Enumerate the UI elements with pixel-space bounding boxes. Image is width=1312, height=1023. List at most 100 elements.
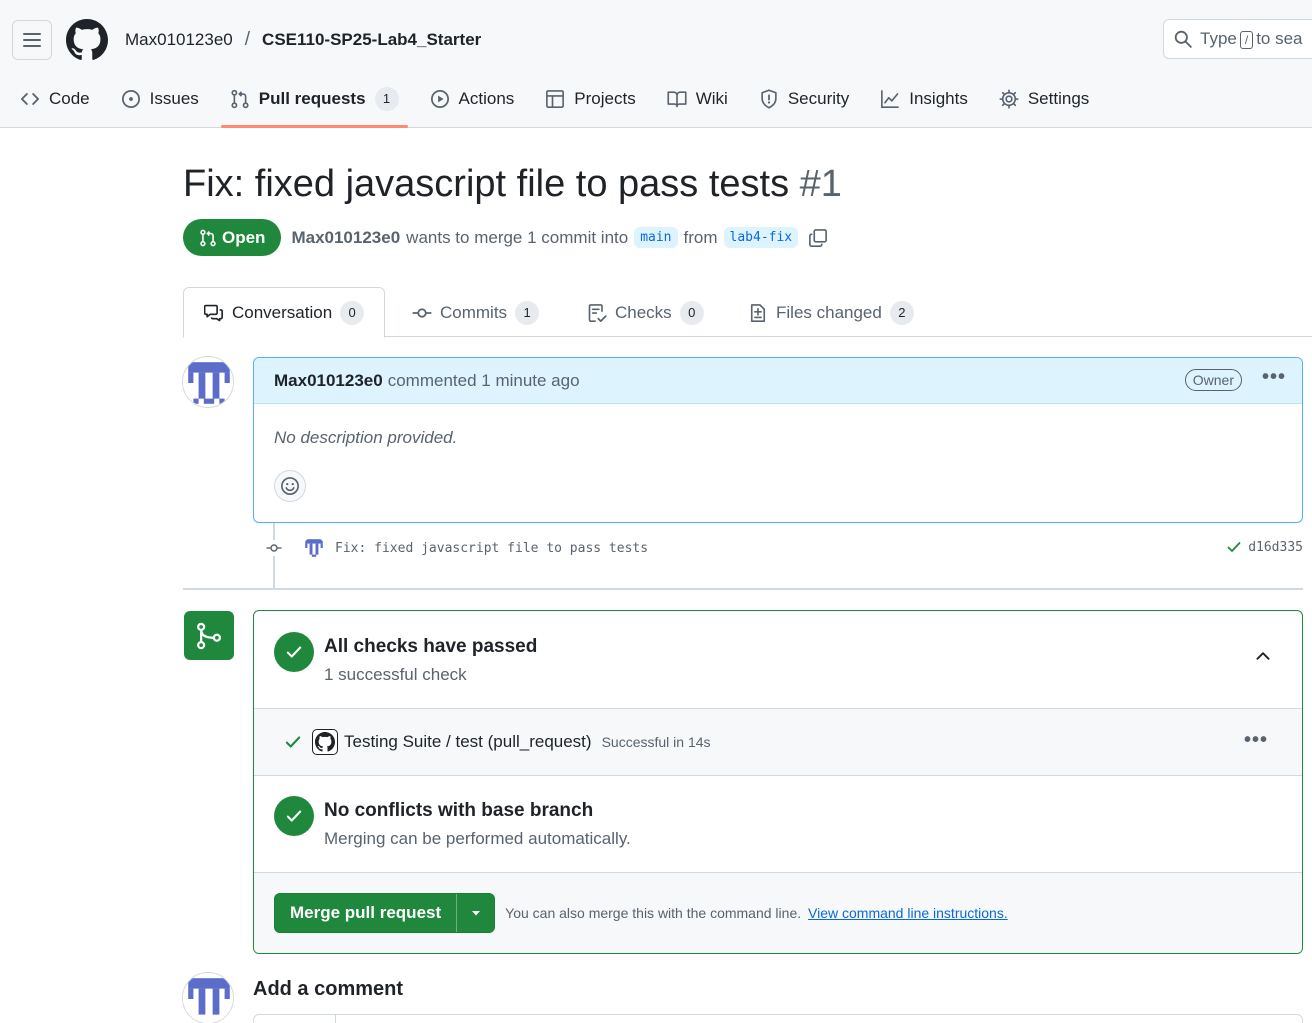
tab-conversation[interactable]: Conversation 0	[183, 287, 386, 338]
no-conflicts-badge	[274, 796, 314, 836]
tab-pull-requests[interactable]: Pull requests 1	[215, 76, 414, 128]
smiley-icon	[281, 477, 299, 495]
merge-button-group: Merge pull request	[274, 893, 496, 933]
file-diff-icon	[750, 303, 766, 322]
head-branch[interactable]: lab4-fix	[723, 227, 799, 248]
merge-pull-request-button[interactable]: Merge pull request	[275, 894, 456, 932]
tab-projects[interactable]: Projects	[530, 76, 650, 122]
merge-note: You can also merge this with the command…	[505, 905, 1008, 921]
tab-code[interactable]: Code	[0, 76, 105, 122]
search-shortcut-key: /	[1239, 31, 1254, 49]
checklist-icon	[588, 303, 607, 322]
tab-commits[interactable]: Commits 1	[412, 287, 540, 338]
pr-description-comment: Max010123e0 commented 1 minute ago Owner…	[253, 357, 1303, 523]
owner-link[interactable]: Max010123e0	[125, 30, 233, 50]
add-reaction-button[interactable]	[274, 470, 306, 502]
checks-summary: All checks have passed 1 successful chec…	[254, 611, 1302, 709]
comment-author-link[interactable]: Max010123e0	[274, 371, 383, 391]
check-run-row[interactable]: Testing Suite / test (pull_request) Succ…	[254, 709, 1302, 776]
hamburger-icon	[23, 33, 41, 47]
pull-request-icon	[231, 89, 249, 109]
merge-text: wants to merge 1 commit into	[406, 227, 629, 247]
chevron-up-icon[interactable]	[1254, 647, 1272, 665]
files-changed-count: 2	[889, 300, 914, 325]
avatar[interactable]	[182, 356, 234, 408]
gear-icon	[999, 89, 1019, 109]
tab-security-label: Security	[787, 89, 850, 108]
command-line-instructions-link[interactable]: View command line instructions.	[808, 905, 1008, 921]
menu-button[interactable]	[12, 20, 52, 60]
conflicts-title: No conflicts with base branch	[324, 800, 594, 821]
table-icon	[546, 90, 565, 108]
tab-checks-label: Checks	[615, 302, 672, 322]
tab-issues-label: Issues	[149, 89, 199, 108]
commits-count: 1	[515, 300, 540, 325]
breadcrumb: Max010123e0 / CSE110-SP25-Lab4_Starter	[125, 29, 481, 51]
tab-actions[interactable]: Actions	[415, 76, 530, 122]
checks-title: All checks have passed	[324, 636, 538, 657]
comment-editor[interactable]	[253, 1014, 1303, 1023]
tab-insights-label: Insights	[909, 89, 968, 108]
check-icon	[286, 646, 302, 658]
checks-passed-badge	[274, 632, 314, 672]
search-placeholder-prefix: Type	[1200, 29, 1237, 48]
tab-projects-label: Projects	[574, 89, 636, 108]
merge-options-button[interactable]	[456, 894, 494, 932]
timeline-commit: Fix: fixed javascript file to pass tests…	[263, 533, 1303, 563]
shield-icon	[761, 89, 777, 109]
tab-security[interactable]: Security	[744, 76, 864, 122]
add-comment-heading: Add a comment	[253, 978, 404, 1000]
repo-link[interactable]: CSE110-SP25-Lab4_Starter	[262, 30, 481, 50]
state-badge: Open	[183, 219, 282, 256]
commit-sha-link[interactable]: d16d335	[1248, 540, 1303, 555]
repo-nav: Code Issues Pull requests 1 Actions Proj…	[0, 76, 1105, 128]
issue-icon	[121, 90, 140, 108]
graph-icon	[881, 90, 900, 108]
check-icon[interactable]	[1226, 539, 1242, 555]
tab-issues[interactable]: Issues	[106, 76, 214, 122]
tab-files-changed[interactable]: Files changed 2	[748, 287, 914, 338]
pr-title: Fix: fixed javascript file to pass tests…	[183, 163, 842, 206]
commit-author-avatar[interactable]	[303, 537, 325, 559]
timeline-divider	[183, 588, 1303, 590]
tab-checks[interactable]: Checks 0	[587, 287, 704, 338]
conversation-count: 0	[340, 300, 365, 325]
tab-wiki[interactable]: Wiki	[652, 76, 743, 122]
conflicts-summary: No conflicts with base branch Merging ca…	[254, 776, 1302, 873]
commit-status: d16d335	[1226, 539, 1303, 555]
check-options-icon[interactable]: •••	[1244, 729, 1268, 752]
tab-insights[interactable]: Insights	[865, 76, 983, 122]
check-name[interactable]: Testing Suite / test (pull_request)	[344, 732, 592, 752]
tab-settings-label: Settings	[1027, 89, 1090, 108]
check-icon	[286, 810, 302, 822]
comment-timestamp[interactable]: commented 1 minute ago	[388, 371, 580, 391]
merge-note-text: You can also merge this with the command…	[505, 905, 802, 921]
comment-options-icon[interactable]: •••	[1262, 366, 1286, 389]
breadcrumb-separator: /	[244, 29, 251, 50]
from-text: from	[683, 227, 718, 247]
commit-icon	[412, 307, 432, 318]
comment-header: Max010123e0 commented 1 minute ago Owner…	[254, 358, 1302, 404]
checks-subtitle: 1 successful check	[324, 665, 467, 684]
pr-author-link[interactable]: Max010123e0	[291, 228, 400, 248]
book-icon	[667, 91, 687, 108]
avatar[interactable]	[182, 972, 234, 1023]
base-branch[interactable]: main	[634, 227, 678, 248]
github-logo-icon[interactable]	[66, 19, 108, 61]
triangle-down-icon	[471, 911, 480, 916]
check-icon	[285, 736, 301, 748]
identicon-icon	[183, 357, 233, 407]
search-input[interactable]: Type / to sea	[1163, 19, 1312, 59]
repo-header: Max010123e0 / CSE110-SP25-Lab4_Starter T…	[0, 0, 1312, 128]
pull-request-icon	[200, 229, 216, 246]
tab-settings[interactable]: Settings	[984, 76, 1104, 122]
search-icon	[1174, 30, 1192, 48]
copy-icon[interactable]	[808, 228, 828, 248]
comment-discussion-icon	[204, 304, 223, 321]
commit-message-link[interactable]: Fix: fixed javascript file to pass tests	[335, 541, 648, 556]
pr-title-text: Fix: fixed javascript file to pass tests	[183, 163, 790, 205]
editor-write-tab[interactable]	[253, 1014, 336, 1023]
owner-badge: Owner	[1184, 369, 1242, 391]
code-icon	[20, 93, 40, 105]
pull-requests-count: 1	[374, 87, 399, 111]
